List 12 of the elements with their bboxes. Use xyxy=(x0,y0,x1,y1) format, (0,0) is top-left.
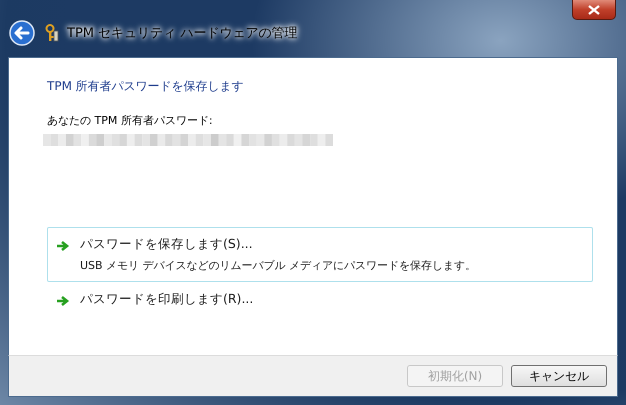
arrow-icon xyxy=(56,295,70,307)
page-heading: TPM 所有者パスワードを保存します xyxy=(47,78,245,95)
key-icon xyxy=(45,24,59,42)
command-link[interactable]: パスワードを印刷します(R)... xyxy=(47,282,593,317)
window-title: TPM セキュリティ ハードウェアの管理 xyxy=(67,25,298,42)
command-link[interactable]: パスワードを保存します(S)... USB メモリ デバイスなどのリムーバブル メディアにパスワードを保存します。 xyxy=(47,227,593,282)
close-icon xyxy=(588,4,600,14)
dialog-button[interactable]: キャンセル xyxy=(511,365,607,387)
back-button[interactable] xyxy=(9,20,35,46)
close-button[interactable] xyxy=(572,0,616,20)
arrow-icon xyxy=(56,240,70,252)
password-label: あなたの TPM 所有者パスワード: xyxy=(47,113,214,128)
